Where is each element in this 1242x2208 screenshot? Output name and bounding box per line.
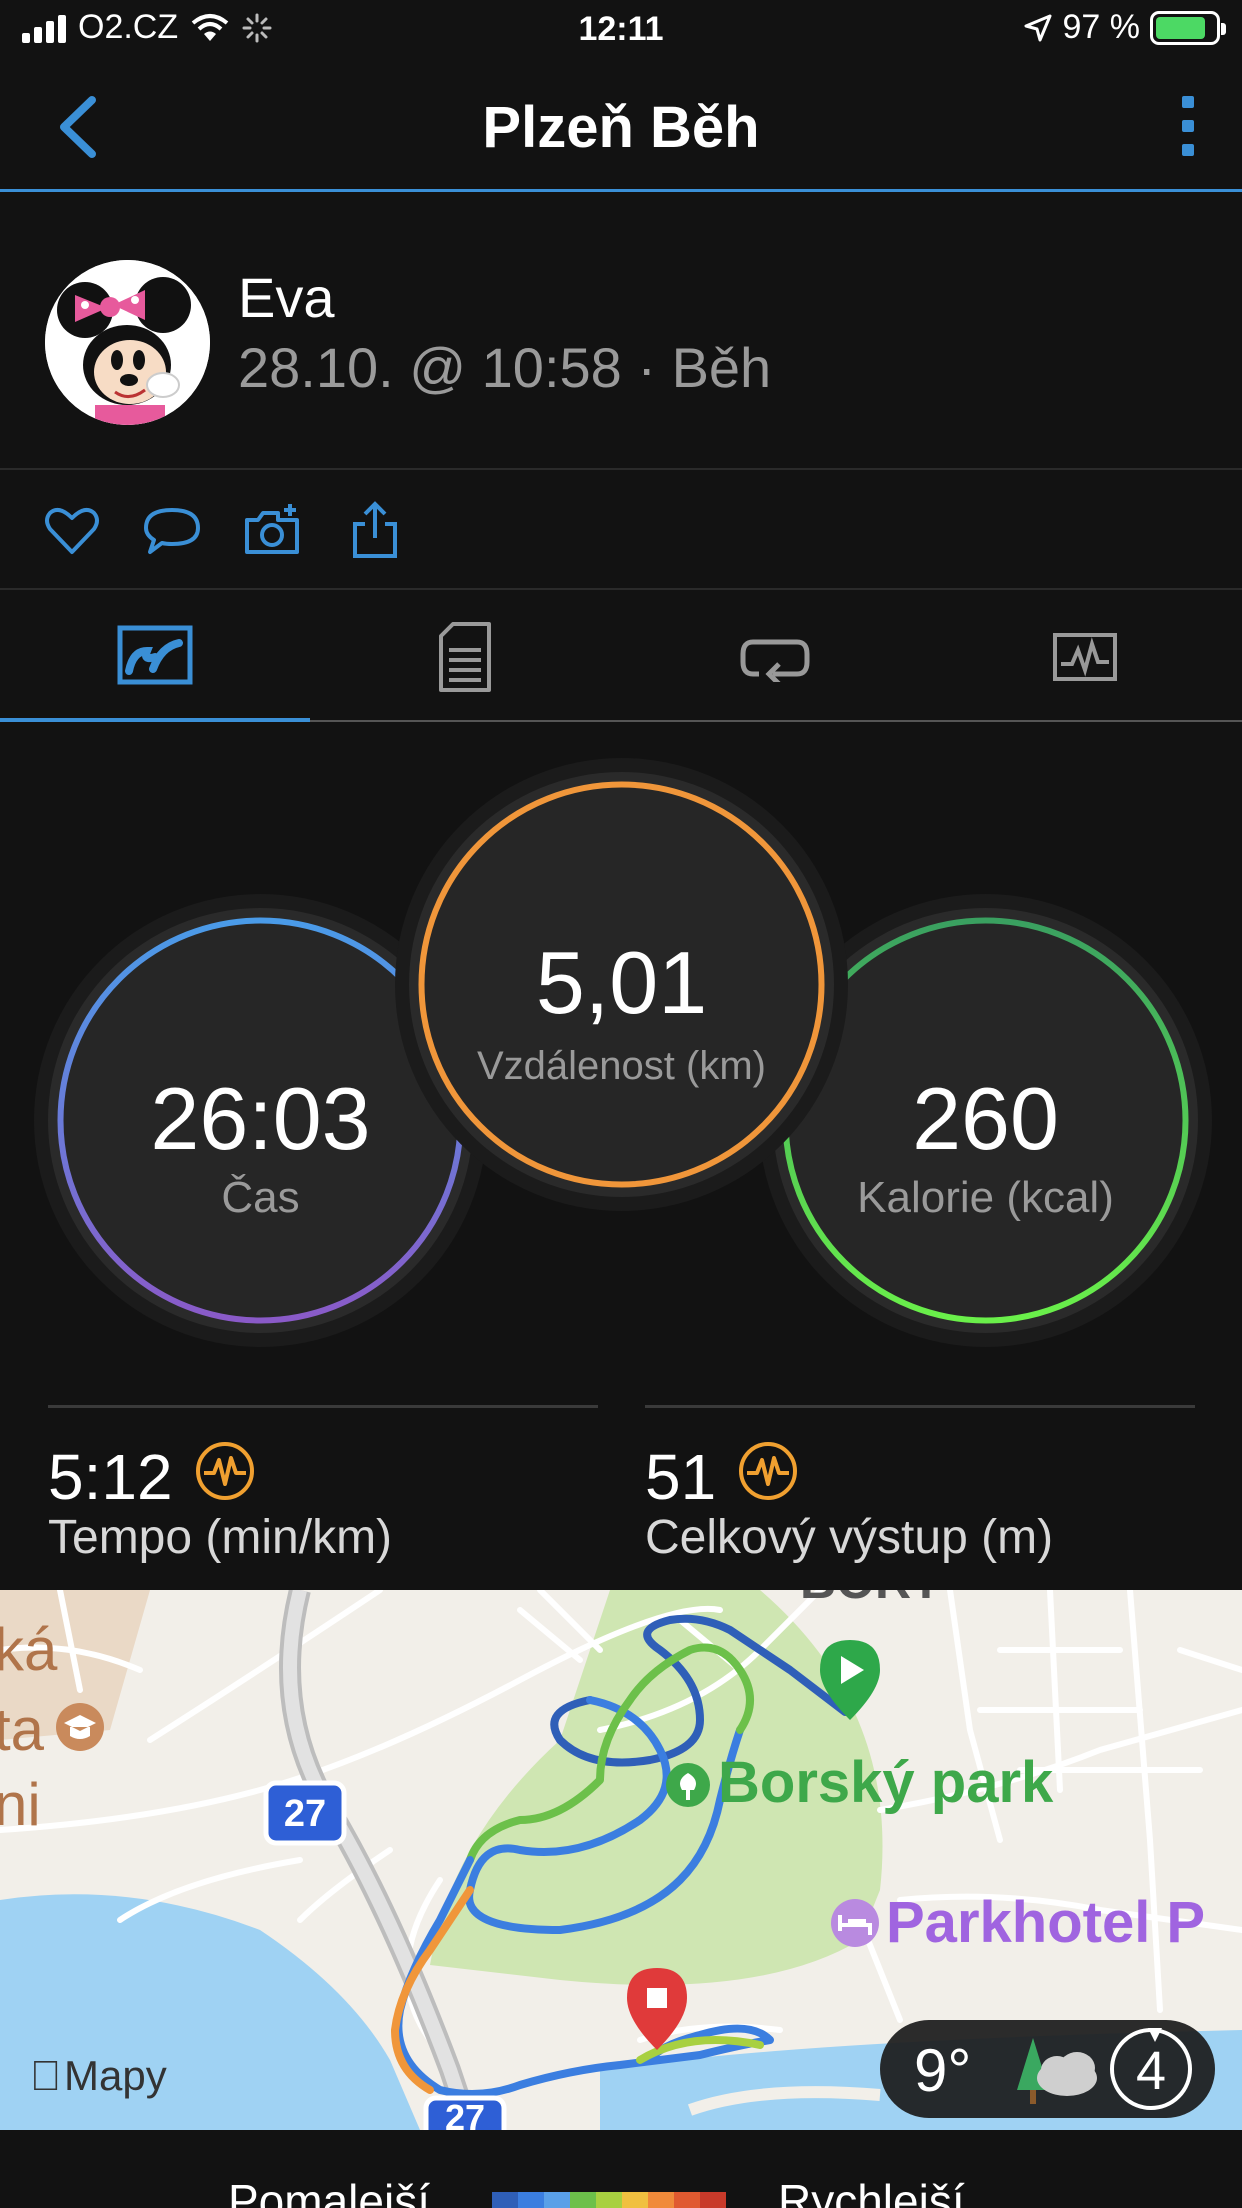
map-label-park: Borský park: [718, 1750, 1054, 1815]
location-arrow-icon: [1024, 14, 1051, 41]
maps-attribution: Mapy: [64, 2052, 167, 2099]
map-label-hotel: Parkhotel P: [886, 1890, 1205, 1955]
page-title: Plzeň Běh: [482, 95, 760, 160]
action-bar: [0, 470, 1242, 590]
pace-legend: Pomalejší Rychlejší: [0, 2130, 1242, 2208]
minnie-avatar-image: [45, 260, 210, 425]
wind-speed: 4: [1135, 2041, 1167, 2101]
pace-value: 5:12: [48, 1441, 173, 1513]
status-bar: O2.CZ 12:11 97 %: [0, 0, 1242, 62]
legend-swatch: [596, 2192, 622, 2208]
legend-swatch: [570, 2192, 596, 2208]
calories-ring[interactable]: 260 Kalorie (kcal): [773, 908, 1198, 1333]
activity-date-type: 28.10. @ 10:58 · Běh: [238, 336, 772, 399]
app-header: Plzeň Běh: [0, 62, 1242, 192]
tab-charts[interactable]: [930, 592, 1240, 722]
more-menu-icon[interactable]: [1182, 96, 1194, 156]
map-label-fragment-1: ká: [0, 1616, 58, 1683]
user-name: Eva: [238, 266, 335, 329]
route-map[interactable]: 27 27 BORY ká ta ni Borský park Parkhote…: [0, 1590, 1242, 2130]
svg-text:: : [30, 2052, 62, 2099]
activity-tabs: [0, 592, 1242, 722]
battery-icon: [1150, 10, 1226, 45]
battery-percent: 97 %: [1062, 8, 1141, 46]
camera-add-icon[interactable]: [242, 500, 302, 560]
legend-swatch: [492, 2192, 518, 2208]
legend-swatch: [648, 2192, 674, 2208]
pace-stat[interactable]: 5:12 Tempo (min/km): [48, 1405, 598, 1564]
comment-icon[interactable]: [142, 500, 202, 560]
share-icon[interactable]: [345, 500, 405, 560]
legend-color-bar: [492, 2192, 726, 2208]
distance-label: Vzdálenost (km): [477, 1044, 766, 1088]
details-document-icon: [439, 622, 491, 692]
status-right: 97 %: [1023, 8, 1226, 47]
activity-owner: Eva 28.10. @ 10:58 · Běh: [0, 195, 1242, 470]
ascent-value: 51: [645, 1441, 717, 1513]
charts-icon: [1053, 633, 1117, 681]
map-label-fragment-3: ni: [0, 1771, 41, 1838]
wind-arrow-icon: [1148, 2028, 1162, 2042]
weather-tree-cloud-icon: [1017, 2038, 1097, 2104]
legend-swatch: [518, 2192, 544, 2208]
map-label-fragment-2: ta: [0, 1696, 45, 1763]
road-number-27: 27: [284, 1793, 326, 1835]
weather-badge[interactable]: 9° 4: [880, 2020, 1215, 2118]
tab-laps[interactable]: [620, 592, 930, 722]
legend-swatch: [622, 2192, 648, 2208]
ascent-label: Celkový výstup (m): [645, 1511, 1054, 1564]
overview-map-icon: [117, 625, 193, 685]
laps-repeat-icon: [740, 639, 810, 682]
distance-value: 5,01: [535, 933, 708, 1032]
tab-details[interactable]: [310, 592, 620, 722]
wind-indicator: 4: [1110, 2028, 1192, 2110]
legend-swatch: [544, 2192, 570, 2208]
tab-overview[interactable]: [0, 592, 310, 722]
legend-swatch: [674, 2192, 700, 2208]
road-number-27-bottom: 27: [445, 2097, 485, 2130]
legend-slower: Pomalejší: [228, 2175, 430, 2208]
pace-label: Tempo (min/km): [48, 1511, 393, 1564]
pulse-icon: [739, 1442, 797, 1500]
ascent-stat[interactable]: 51 Celkový výstup (m): [645, 1405, 1195, 1564]
distance-ring[interactable]: 5,01 Vzdálenost (km): [409, 772, 834, 1197]
legend-swatch: [700, 2192, 726, 2208]
temperature: 9°: [914, 2037, 972, 2104]
calories-value: 260: [912, 1069, 1059, 1168]
map-label-bory: BORY: [800, 1590, 943, 1609]
legend-faster: Rychlejší: [778, 2175, 965, 2208]
heart-icon[interactable]: [42, 500, 102, 560]
calories-label: Kalorie (kcal): [857, 1173, 1114, 1222]
avatar[interactable]: [45, 260, 210, 425]
pulse-icon: [196, 1442, 254, 1500]
